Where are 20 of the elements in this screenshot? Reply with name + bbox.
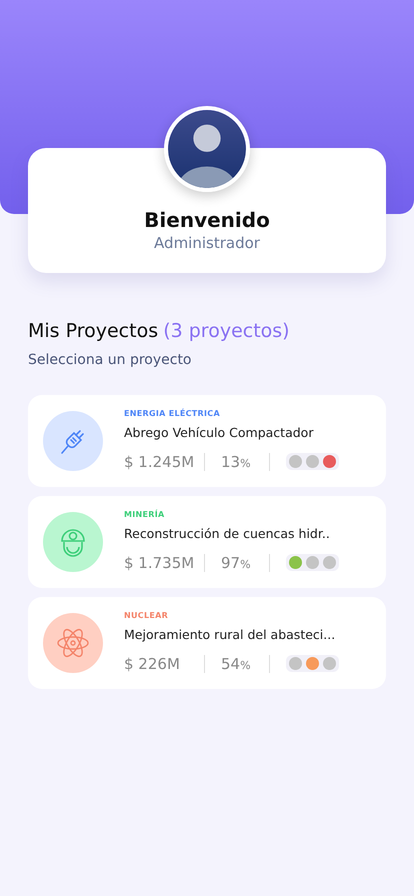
section-subtitle: Selecciona un proyecto (28, 350, 193, 370)
project-count: (3 proyectos) (163, 320, 290, 342)
progress-percent: 13% (221, 452, 252, 473)
project-card[interactable]: MINERÍA Reconstrucción de cuencas hidr.. $ 1.735M 97% (28, 496, 386, 588)
amount: $ 226M (124, 654, 181, 675)
category-label: ENERGIA ELÉCTRICA (124, 408, 221, 420)
amount: $ 1.735M (124, 552, 196, 574)
section-title: Mis Proyectos (28, 320, 158, 342)
category-label: MINERÍA (124, 508, 166, 521)
category-label: NUCLEAR (124, 610, 170, 622)
role-label: Administrador (153, 233, 261, 254)
progress-percent: 54% (221, 654, 252, 675)
progress-percent: 97% (221, 552, 252, 574)
project-name: Mejoramiento rural del abasteci... (124, 626, 336, 644)
project-card[interactable]: ENERGIA ELÉCTRICA Abrego Vehículo Compactador $ 1.245M 13% (28, 394, 386, 486)
project-card[interactable]: NUCLEAR Mejoramiento rural del abasteci... $ 226M 54% (28, 596, 386, 688)
project-name: Reconstrucción de cuencas hidr.. (124, 524, 331, 543)
greeting: Bienvenido (143, 208, 271, 232)
amount: $ 1.245M (124, 452, 196, 473)
project-name: Abrego Vehículo Compactador (124, 424, 314, 442)
